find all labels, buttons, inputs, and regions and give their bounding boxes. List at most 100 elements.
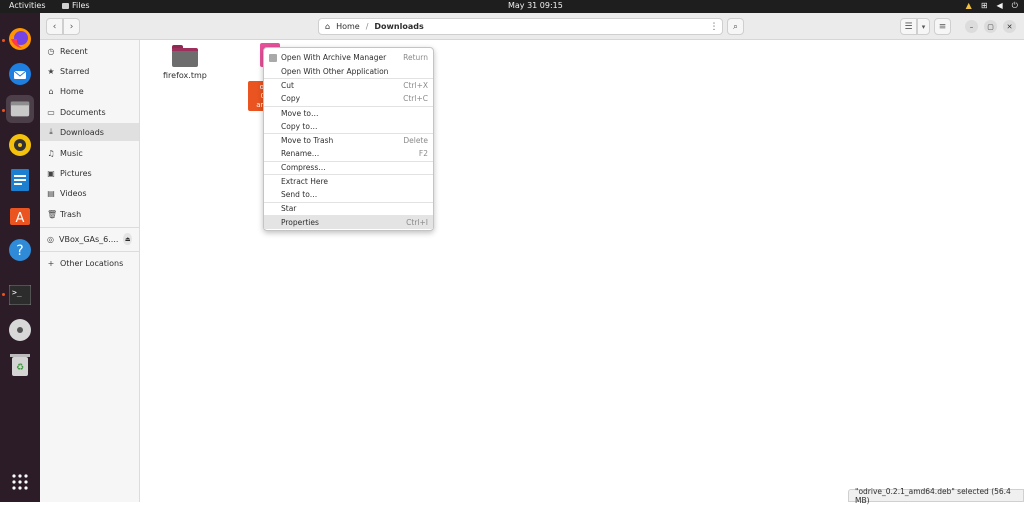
menu-item-label: Copy to… <box>281 121 318 131</box>
star-icon: ★ <box>47 66 55 76</box>
menu-item-label: Cut <box>281 81 294 91</box>
maximize-button[interactable]: ▢ <box>984 20 997 33</box>
menu-item-send-to[interactable]: Send to… <box>264 188 433 202</box>
plus-icon: + <box>47 258 55 268</box>
menu-item-open-other-app[interactable]: Open With Other Application <box>264 65 433 79</box>
archive-manager-icon <box>269 54 277 62</box>
writer-launcher[interactable] <box>6 166 34 194</box>
sidebar-item-videos[interactable]: ▤ Videos <box>40 184 139 202</box>
forward-button[interactable]: › <box>63 18 80 35</box>
menu-item-accel: Ctrl+I <box>406 217 428 227</box>
path-home[interactable]: Home <box>336 22 360 31</box>
dvd-launcher[interactable] <box>6 316 34 344</box>
menu-item-copy-to[interactable]: Copy to… <box>264 119 433 133</box>
trash-launcher[interactable]: ♻ <box>6 351 34 379</box>
menu-item-move-to-trash[interactable]: Move to Trash Delete <box>264 133 433 147</box>
dock: A ? >_ ♻ <box>0 13 40 502</box>
menu-item-accel: Ctrl+X <box>403 81 428 91</box>
files-app-icon <box>62 2 69 9</box>
trash-icon: ♻ <box>10 354 30 376</box>
menu-item-cut[interactable]: Cut Ctrl+X <box>264 78 433 92</box>
sidebar-item-label: Trash <box>60 209 82 219</box>
menu-item-move-to[interactable]: Move to… <box>264 105 433 120</box>
files-launcher[interactable] <box>6 95 34 123</box>
sidebar-item-label: Home <box>60 86 84 96</box>
sidebar-item-label: Downloads <box>60 127 104 137</box>
terminal-icon: >_ <box>9 285 31 305</box>
menu-item-properties[interactable]: Properties Ctrl+I <box>264 215 433 229</box>
close-button[interactable]: ✕ <box>1003 20 1016 33</box>
top-bar: Activities Files May 31 09:15 ▲ ⊞ ◀ ⏻ <box>0 0 1024 13</box>
kebab-icon: ⋮ <box>709 21 719 32</box>
help-launcher[interactable]: ? <box>6 236 34 264</box>
menu-item-open-archive-manager[interactable]: Open With Archive Manager Return <box>264 51 433 65</box>
main-menu-button[interactable]: ≡ <box>934 18 951 35</box>
system-tray[interactable]: ▲ ⊞ ◀ ⏻ <box>966 1 1018 11</box>
sidebar-item-other-locations[interactable]: + Other Locations <box>40 254 139 272</box>
download-icon: ⤓ <box>49 127 53 136</box>
view-options-button[interactable]: ▾ <box>917 18 930 35</box>
trash-icon: 🗑 <box>47 209 58 219</box>
disc-icon: ◎ <box>47 234 54 244</box>
path-downloads[interactable]: Downloads <box>374 22 423 31</box>
sidebar-item-vbox-device[interactable]: ◎ VBox_GAs_6.... ⏏ <box>40 230 139 248</box>
close-icon: ✕ <box>1006 22 1013 31</box>
app-menu[interactable]: Files <box>62 1 90 10</box>
music-icon: ♫ <box>47 148 55 158</box>
sidebar-item-starred[interactable]: ★ Starred <box>40 62 139 80</box>
sidebar-item-recent[interactable]: ◷ Recent <box>40 42 139 60</box>
sidebar-item-trash[interactable]: 🗑 Trash <box>40 205 139 223</box>
menu-item-compress[interactable]: Compress… <box>264 160 433 175</box>
files-icon <box>10 101 30 117</box>
search-button[interactable]: ⌕ <box>727 18 744 35</box>
menu-item-label: Extract Here <box>281 177 329 187</box>
menu-item-label: Open With Other Application <box>281 67 389 77</box>
minimize-button[interactable]: – <box>965 20 978 33</box>
sidebar-divider <box>40 227 140 228</box>
menu-item-label: Properties <box>281 217 319 227</box>
sidebar-item-label: Videos <box>60 188 87 198</box>
rhythmbox-launcher[interactable] <box>6 131 34 159</box>
help-icon: ? <box>9 239 31 261</box>
eject-icon[interactable]: ⏏ <box>123 233 132 245</box>
software-launcher[interactable]: A <box>6 201 34 229</box>
svg-text:>_: >_ <box>12 288 22 297</box>
terminal-launcher[interactable]: >_ <box>6 281 34 309</box>
sidebar-item-label: VBox_GAs_6.... <box>58 234 119 244</box>
menu-item-star[interactable]: Star <box>264 201 433 216</box>
sidebar-item-music[interactable]: ♫ Music <box>40 144 139 162</box>
activities-button[interactable]: Activities <box>9 1 46 10</box>
menu-item-label: Rename… <box>281 149 320 159</box>
document-icon: ▭ <box>47 107 55 117</box>
thunderbird-launcher[interactable] <box>6 60 34 88</box>
sidebar-item-label: Pictures <box>60 168 92 178</box>
sidebar-item-pictures[interactable]: ▣ Pictures <box>40 164 139 182</box>
sidebar-item-downloads[interactable]: ⤓ Downloads <box>40 123 139 141</box>
path-menu-button[interactable]: ⋮ <box>705 18 723 35</box>
menu-item-label: Copy <box>281 94 301 104</box>
running-indicator <box>2 293 5 296</box>
header-bar: ‹ › ⌂ Home / Downloads ⋮ ⌕ ☰ ▾ ≡ – ▢ ✕ <box>40 13 1024 40</box>
app-name: Files <box>72 1 90 10</box>
list-view-button[interactable]: ☰ <box>900 18 917 35</box>
path-bar[interactable]: ⌂ Home / Downloads <box>318 18 723 35</box>
menu-item-label: Move to Trash <box>281 135 334 145</box>
menu-item-rename[interactable]: Rename… F2 <box>264 147 433 161</box>
menu-item-extract-here[interactable]: Extract Here <box>264 174 433 188</box>
sidebar-item-home[interactable]: ⌂ Home <box>40 82 139 100</box>
back-button[interactable]: ‹ <box>46 18 63 35</box>
search-icon: ⌕ <box>732 21 739 32</box>
menu-item-accel: Ctrl+C <box>403 94 428 104</box>
sidebar-item-documents[interactable]: ▭ Documents <box>40 103 139 121</box>
menu-item-copy[interactable]: Copy Ctrl+C <box>264 92 433 106</box>
firefox-launcher[interactable] <box>6 25 34 53</box>
file-item-firefox-tmp[interactable]: firefox.tmp <box>163 45 207 80</box>
sidebar: ◷ Recent ★ Starred ⌂ Home ▭ Documents ⤓ Downl… <box>40 40 140 502</box>
rhythmbox-icon <box>9 134 31 156</box>
sidebar-item-label: Recent <box>60 46 88 56</box>
chevron-right-icon: › <box>69 21 74 32</box>
power-icon: ⏻ <box>1011 1 1018 10</box>
show-apps-button[interactable] <box>6 468 34 496</box>
clock[interactable]: May 31 09:15 <box>508 1 563 10</box>
sidebar-divider <box>40 251 140 252</box>
